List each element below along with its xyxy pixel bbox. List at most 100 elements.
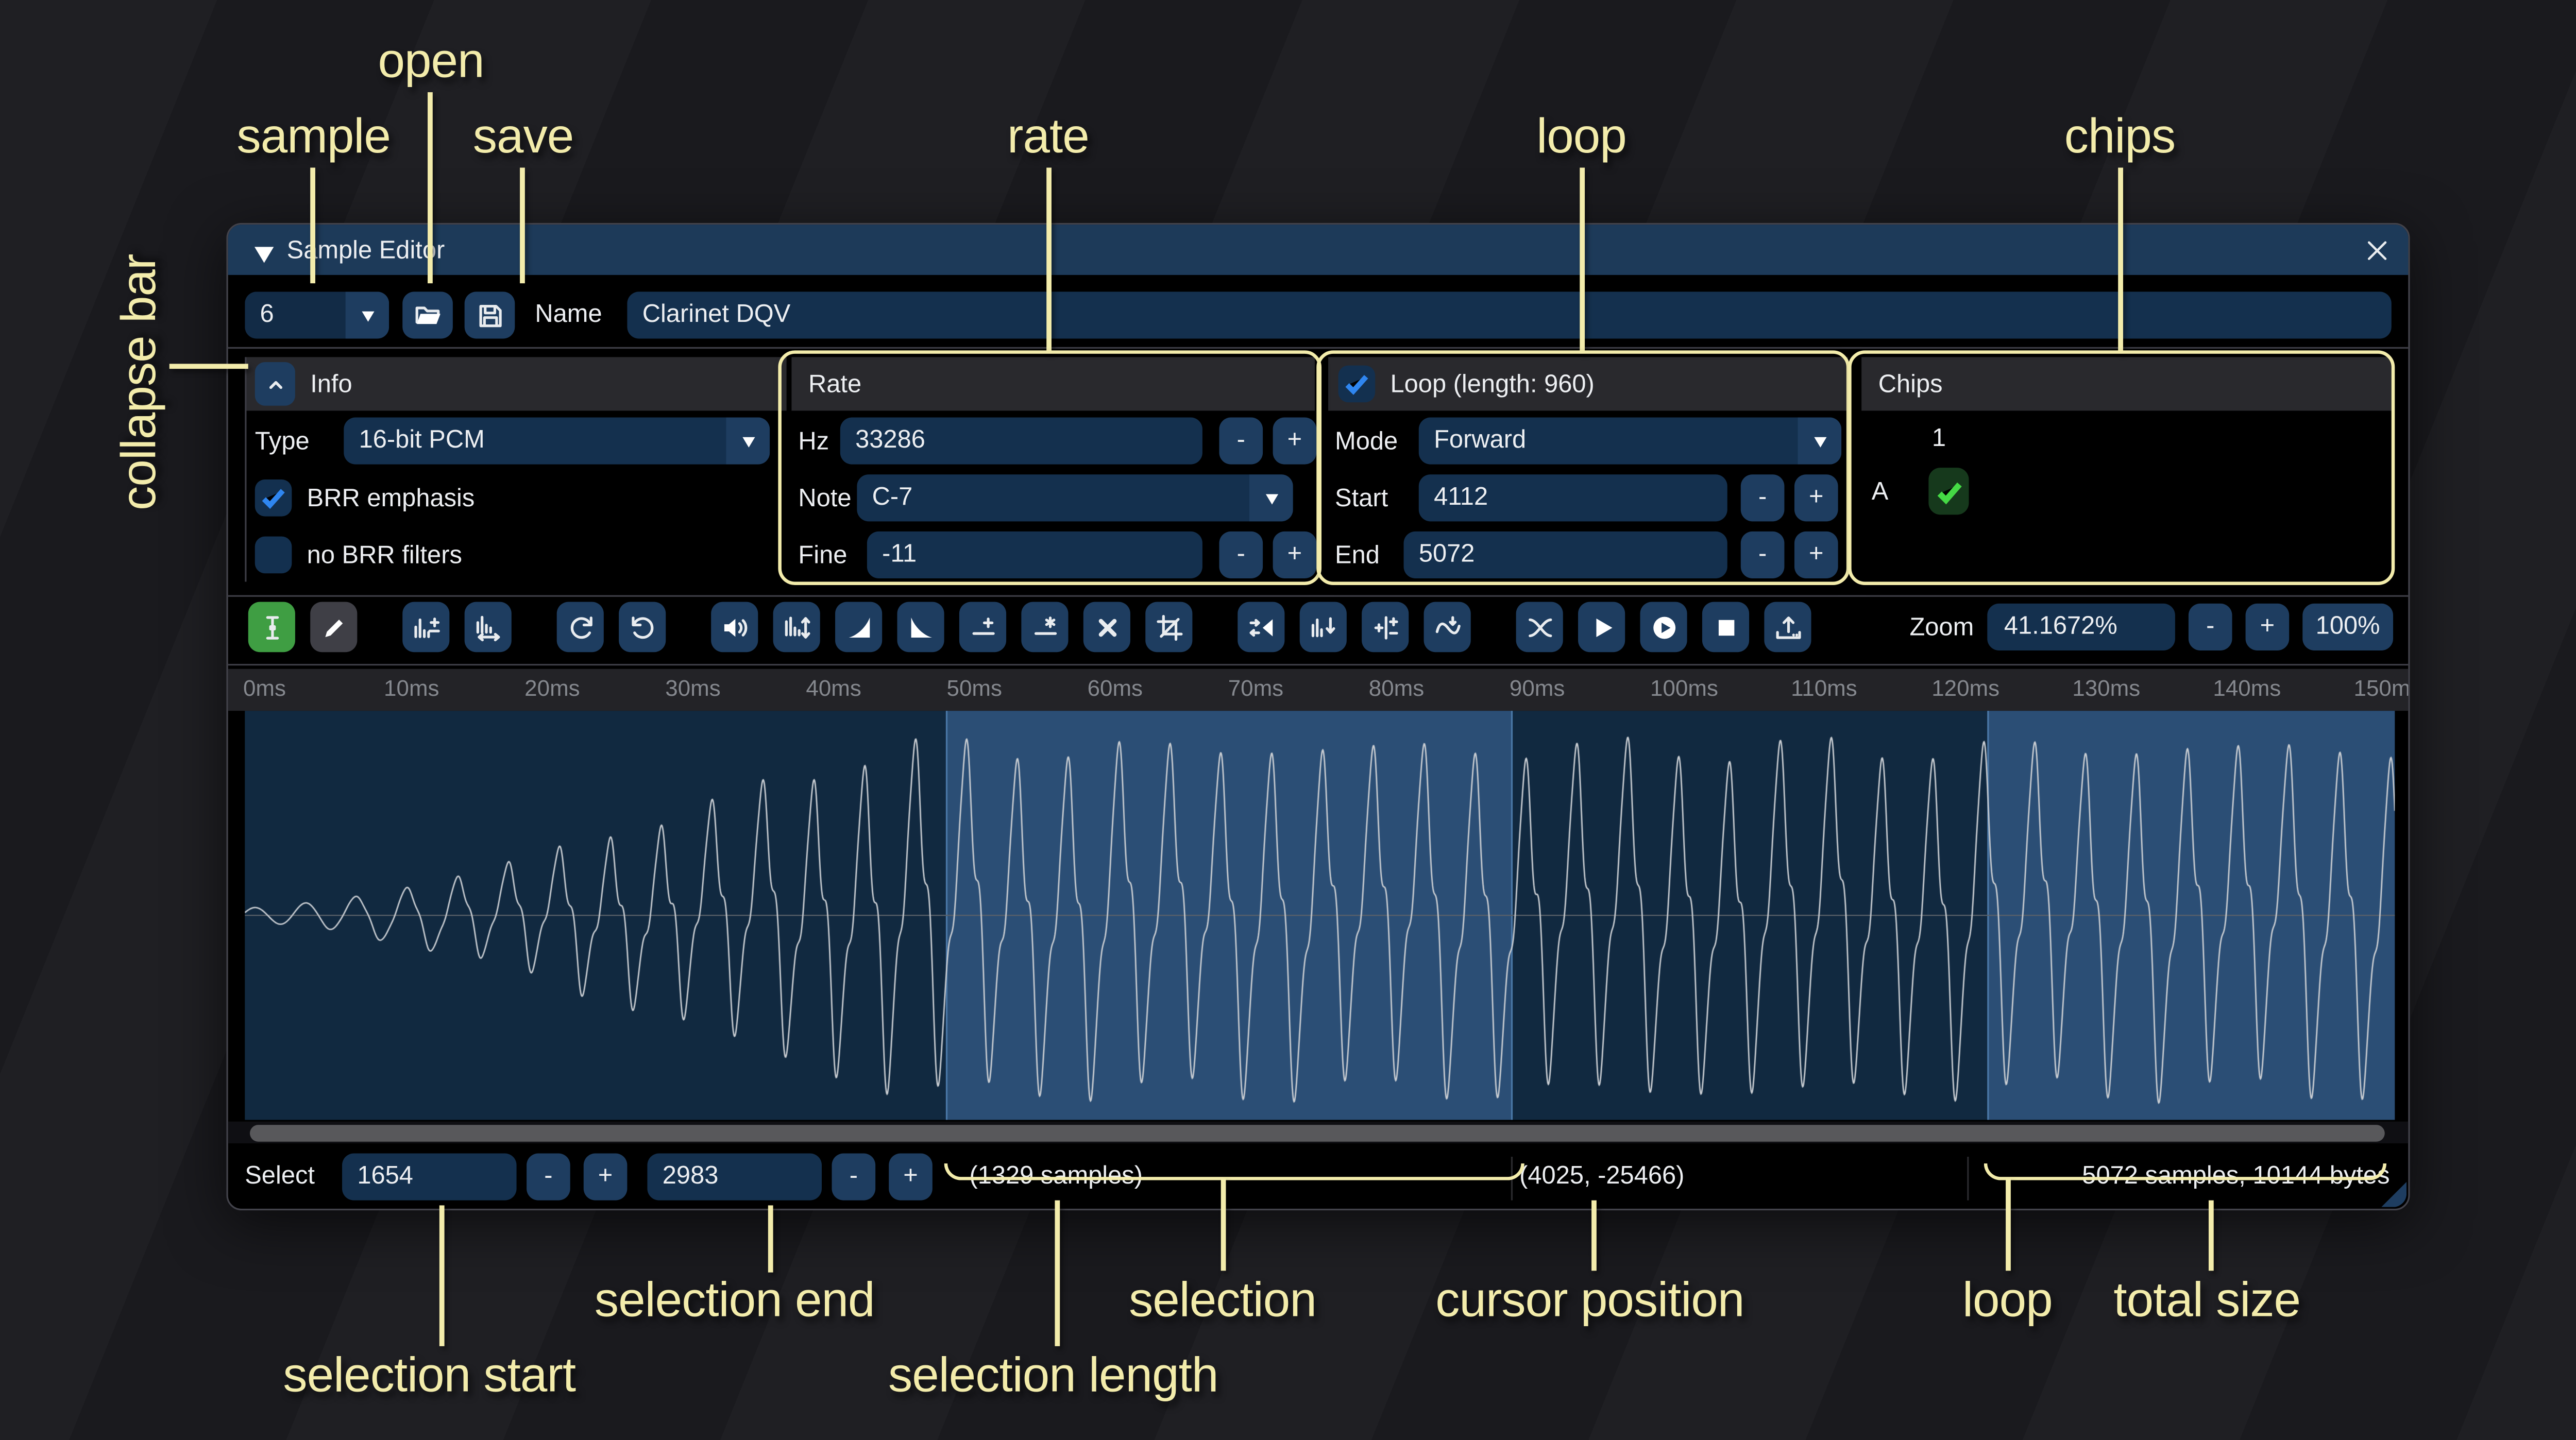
ruler-tick: 130ms xyxy=(2072,676,2140,701)
amplify-button[interactable] xyxy=(711,602,758,653)
waveform-view[interactable] xyxy=(245,711,2395,1120)
close-button[interactable] xyxy=(2360,233,2393,266)
edit-mode-select-button[interactable] xyxy=(248,602,295,653)
cursor-position-text: (4025, -25466) xyxy=(1519,1154,1684,1201)
annotation-label-selection-end: selection end xyxy=(595,1274,875,1329)
select-label: Select xyxy=(245,1154,315,1201)
apply-filter-button[interactable] xyxy=(1424,602,1471,653)
annotation-outline-rate xyxy=(778,350,1321,585)
zoom-in-button[interactable]: + xyxy=(2246,604,2290,650)
edit-mode-draw-button[interactable] xyxy=(310,602,357,653)
separator xyxy=(228,347,2409,349)
zoom-reset-button[interactable]: 100% xyxy=(2302,604,2393,650)
info-panel: Info Type 16-bit PCM BRR emphasis no BRR… xyxy=(245,357,786,581)
ibeam-icon xyxy=(258,613,286,641)
brr-emphasis-label: BRR emphasis xyxy=(307,484,475,512)
crossfade-loop-points-button[interactable] xyxy=(1516,602,1563,653)
ruler-tick: 90ms xyxy=(1510,676,1565,701)
annotation-line-save xyxy=(520,168,524,284)
sample-selector[interactable]: 6 xyxy=(245,292,389,338)
brr-emphasis-checkbox[interactable] xyxy=(255,479,292,517)
horizontal-scrollbar[interactable] xyxy=(228,1122,2409,1143)
waveform-canvas[interactable] xyxy=(245,711,2395,1120)
annotation-line-total-size xyxy=(2209,1201,2213,1271)
ruler-tick: 150ms xyxy=(2354,676,2409,701)
undo-button[interactable] xyxy=(557,602,604,653)
stop-icon xyxy=(1711,613,1740,641)
name-label: Name xyxy=(535,292,602,338)
sample-selector-value: 6 xyxy=(245,292,345,338)
separator xyxy=(228,664,2409,665)
toolbar-buttons xyxy=(248,602,1826,653)
wave-updown-icon xyxy=(783,613,811,641)
normalize-button[interactable] xyxy=(773,602,820,653)
window-collapse-icon[interactable] xyxy=(250,239,270,260)
resample-button[interactable] xyxy=(465,602,512,653)
trim-button[interactable] xyxy=(1145,602,1192,653)
annotation-label-collapse-bar: collapse bar xyxy=(113,254,168,510)
sign-invert-button[interactable] xyxy=(1362,602,1409,653)
x-mark-icon xyxy=(1093,613,1121,641)
selection-end-plus-button[interactable]: + xyxy=(889,1154,933,1201)
annotation-bracket-loop xyxy=(1984,1163,2386,1180)
fade-out-button[interactable] xyxy=(897,602,944,653)
name-input[interactable]: Clarinet DQV xyxy=(627,292,2391,338)
plus-minus-line-icon xyxy=(1371,613,1399,641)
type-label: Type xyxy=(255,426,344,455)
annotation-line-loop-region xyxy=(2006,1178,2010,1271)
info-panel-title: Info xyxy=(310,370,352,398)
ruler-tick: 40ms xyxy=(806,676,861,701)
annotation-outline-loop xyxy=(1316,350,1850,585)
fade-in-button[interactable] xyxy=(835,602,882,653)
annotation-line-cursor-position xyxy=(1591,1201,1596,1271)
wave-down-icon xyxy=(1309,613,1337,641)
no-brr-filters-checkbox[interactable] xyxy=(255,537,292,574)
zoom-controls: Zoom 41.1672% - + 100% xyxy=(1909,604,2393,650)
resize-button[interactable] xyxy=(402,602,449,653)
wave-plus-icon xyxy=(412,613,440,641)
title-bar[interactable]: Sample Editor xyxy=(228,225,2409,275)
apply-silence-button[interactable] xyxy=(1021,602,1068,653)
floppy-disk-icon xyxy=(476,301,504,329)
delete-button[interactable] xyxy=(1083,602,1130,653)
chevron-down-icon xyxy=(346,292,389,338)
line-star-icon xyxy=(1030,613,1059,641)
zoom-out-button[interactable]: - xyxy=(2189,604,2232,650)
scrollbar-thumb[interactable] xyxy=(250,1124,2385,1141)
annotation-bracket-selection xyxy=(944,1163,1524,1180)
annotation-outline-chips xyxy=(1848,350,2395,585)
ruler-tick: 80ms xyxy=(1369,676,1424,701)
selection-start-input[interactable]: 1654 xyxy=(342,1154,517,1201)
selection-end-minus-button[interactable]: - xyxy=(832,1154,876,1201)
curves-cross-icon xyxy=(1526,613,1554,641)
open-button[interactable] xyxy=(402,292,453,338)
preview-sample-loop-button[interactable] xyxy=(1640,602,1687,653)
collapse-bar-button[interactable] xyxy=(255,362,295,406)
annotation-line-collapse-bar xyxy=(170,364,248,369)
ruler-tick: 120ms xyxy=(1931,676,1999,701)
selection-start-minus-button[interactable]: - xyxy=(527,1154,570,1201)
separator xyxy=(228,595,2409,597)
ruler-tick: 10ms xyxy=(384,676,439,701)
play-icon xyxy=(1587,613,1616,641)
reverse-button[interactable] xyxy=(1238,602,1284,653)
stop-preview-button[interactable] xyxy=(1702,602,1749,653)
annotation-label-selection-length: selection length xyxy=(888,1349,1218,1404)
ruler-tick: 140ms xyxy=(2213,676,2281,701)
line-plus-icon xyxy=(969,613,997,641)
invert-button[interactable] xyxy=(1300,602,1347,653)
annotation-label-save: save xyxy=(473,111,574,166)
type-dropdown[interactable]: 16-bit PCM xyxy=(344,418,770,465)
zoom-input[interactable]: 41.1672% xyxy=(1987,604,2175,650)
upload-sample-button[interactable] xyxy=(1764,602,1811,653)
selection-start-plus-button[interactable]: + xyxy=(584,1154,628,1201)
annotation-label-loop: loop xyxy=(1536,111,1626,166)
play-circle-icon xyxy=(1649,613,1677,641)
annotation-label-total-size: total size xyxy=(2113,1274,2300,1329)
save-button[interactable] xyxy=(465,292,515,338)
preview-sample-button[interactable] xyxy=(1578,602,1625,653)
annotation-line-loop xyxy=(1580,168,1584,352)
insert-silence-button[interactable] xyxy=(959,602,1006,653)
redo-button[interactable] xyxy=(619,602,666,653)
selection-end-input[interactable]: 2983 xyxy=(647,1154,822,1201)
